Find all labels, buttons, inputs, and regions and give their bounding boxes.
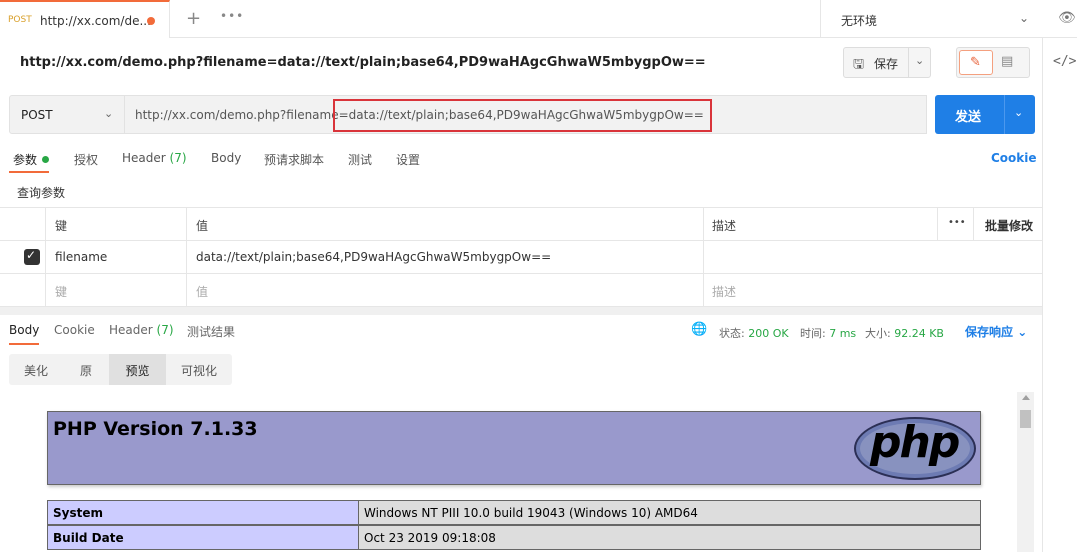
chevron-down-icon[interactable]: ⌄ <box>1014 106 1023 119</box>
send-label: 发送 <box>955 110 982 125</box>
cookie-link[interactable]: Cookie <box>991 151 1037 165</box>
request-title: http://xx.com/demo.php?filename=data://t… <box>20 55 706 70</box>
php-logo: php <box>854 417 976 480</box>
info-value: Windows NT PIII 10.0 build 19043 (Window… <box>359 501 980 524</box>
info-value: Oct 23 2019 09:18:08 <box>359 526 980 549</box>
send-button[interactable]: 发送 ⌄ <box>935 95 1035 134</box>
code-icon[interactable]: </> <box>1053 54 1076 69</box>
section-divider <box>0 307 1042 315</box>
info-key: System <box>48 501 359 524</box>
php-logo-text: php <box>870 417 960 468</box>
tab-method: POST <box>8 15 32 25</box>
unsaved-dot-icon <box>147 17 155 25</box>
param-value[interactable]: data://text/plain;base64,PD9waHAgcGhwaW5… <box>196 250 551 264</box>
active-dot-icon <box>42 156 50 163</box>
tab-headers-label: Header <box>122 151 166 165</box>
plus-icon[interactable]: + <box>186 8 201 29</box>
tab-params[interactable]: 参数 <box>13 151 50 168</box>
save-response-label: 保存响应 <box>965 325 1014 339</box>
eye-icon[interactable]: 👁 <box>1058 10 1076 26</box>
tab-body[interactable]: Body <box>211 151 241 165</box>
table-row: Build Date Oct 23 2019 09:18:08 <box>47 525 981 550</box>
chevron-down-icon: ⌄ <box>1017 325 1028 339</box>
chevron-down-icon[interactable]: ⌄ <box>915 54 924 67</box>
environment-label: 无环境 <box>841 14 878 28</box>
save-button[interactable]: 🖫 保存 ⌄ <box>843 47 931 78</box>
response-tab-test-results[interactable]: 测试结果 <box>187 323 235 340</box>
tab-bar: POST http://xx.com/de... + ••• 无环境 ⌄ 👁 <box>0 0 1077 38</box>
active-tab-underline <box>9 171 49 173</box>
tab-pre-script[interactable]: 预请求脚本 <box>264 151 324 168</box>
view-mode-group: 美化 原 预览 可视化 <box>9 354 232 385</box>
tab-tests[interactable]: 测试 <box>348 151 372 168</box>
column-header-value: 值 <box>196 219 209 233</box>
response-tab-header-label: Header <box>109 323 153 337</box>
edit-icon: ✎ <box>970 55 981 70</box>
new-param-description-input[interactable]: 描述 <box>712 283 736 300</box>
status: 状态: 200 OK <box>719 325 789 341</box>
tab-auth[interactable]: 授权 <box>74 151 98 168</box>
php-info-header: PHP Version 7.1.33 php <box>47 411 981 485</box>
response-tab-cookie[interactable]: Cookie <box>54 323 95 337</box>
view-pretty-button[interactable]: 美化 <box>9 354 63 385</box>
active-tab-underline <box>9 343 39 345</box>
divider <box>1004 95 1005 134</box>
time-value: 7 ms <box>829 327 857 340</box>
new-param-value-input[interactable]: 值 <box>196 283 208 300</box>
mode-toggle: ✎ ▤ <box>956 47 1030 78</box>
table-row: System Windows NT PIII 10.0 build 19043 … <box>47 500 981 525</box>
info-key: Build Date <box>48 526 359 549</box>
view-raw-button[interactable]: 原 <box>63 354 109 385</box>
request-tab[interactable]: POST http://xx.com/de... <box>0 0 170 38</box>
size-value: 92.24 KB <box>894 327 944 340</box>
php-version-title: PHP Version 7.1.33 <box>53 418 258 440</box>
tab-settings[interactable]: 设置 <box>396 151 420 168</box>
tab-headers[interactable]: Header (7) <box>122 151 187 165</box>
tab-headers-count: (7) <box>169 151 187 165</box>
query-params-label: 查询参数 <box>17 186 66 200</box>
edit-mode-button[interactable]: ✎ <box>959 50 993 75</box>
time-label: 时间: <box>800 327 826 340</box>
time: 时间: 7 ms <box>800 325 856 341</box>
size-label: 大小: <box>865 327 891 340</box>
response-tab-body[interactable]: Body <box>9 323 39 337</box>
column-header-description: 描述 <box>712 219 737 233</box>
save-label: 保存 <box>874 57 899 71</box>
column-header-key: 键 <box>55 219 68 233</box>
params-table: 键 值 描述 ••• 批量修改 ✓ filename data://text/p… <box>0 207 1042 307</box>
save-response-button[interactable]: 保存响应 ⌄ <box>965 323 1027 340</box>
view-preview-button[interactable]: 预览 <box>109 354 166 385</box>
scroll-thumb[interactable] <box>1020 410 1031 428</box>
method-label: POST <box>21 108 53 122</box>
param-key[interactable]: filename <box>55 250 107 264</box>
highlight-box <box>333 99 712 132</box>
more-icon[interactable]: ••• <box>948 217 966 228</box>
status-label: 状态: <box>719 327 745 340</box>
response-tab-header[interactable]: Header (7) <box>109 323 174 337</box>
chevron-down-icon: ⌄ <box>104 107 114 120</box>
comment-icon[interactable]: ▤ <box>1001 54 1013 69</box>
size: 大小: 92.24 KB <box>865 325 944 341</box>
tab-params-label: 参数 <box>13 153 38 167</box>
chevron-down-icon: ⌄ <box>1019 11 1030 25</box>
save-icon: 🖫 <box>853 57 865 72</box>
new-param-key-input[interactable]: 键 <box>55 283 67 300</box>
divider <box>908 48 909 77</box>
more-icon[interactable]: ••• <box>220 9 244 23</box>
tab-title: http://xx.com/de... <box>40 14 151 28</box>
bulk-edit-button[interactable]: 批量修改 <box>985 217 1033 234</box>
environment-select[interactable]: 无环境 ⌄ <box>820 0 1042 38</box>
globe-icon[interactable]: 🌐 <box>691 322 707 337</box>
response-tab-header-count: (7) <box>156 323 174 337</box>
method-select[interactable]: POST ⌄ <box>9 95 125 134</box>
view-visualize-button[interactable]: 可视化 <box>166 354 232 385</box>
checkbox-checked-icon[interactable]: ✓ <box>24 248 40 265</box>
status-value: 200 OK <box>748 327 789 340</box>
preview-scrollbar[interactable] <box>1017 392 1034 552</box>
scroll-up-icon[interactable] <box>1022 395 1030 400</box>
right-rail: </> <box>1042 38 1077 552</box>
